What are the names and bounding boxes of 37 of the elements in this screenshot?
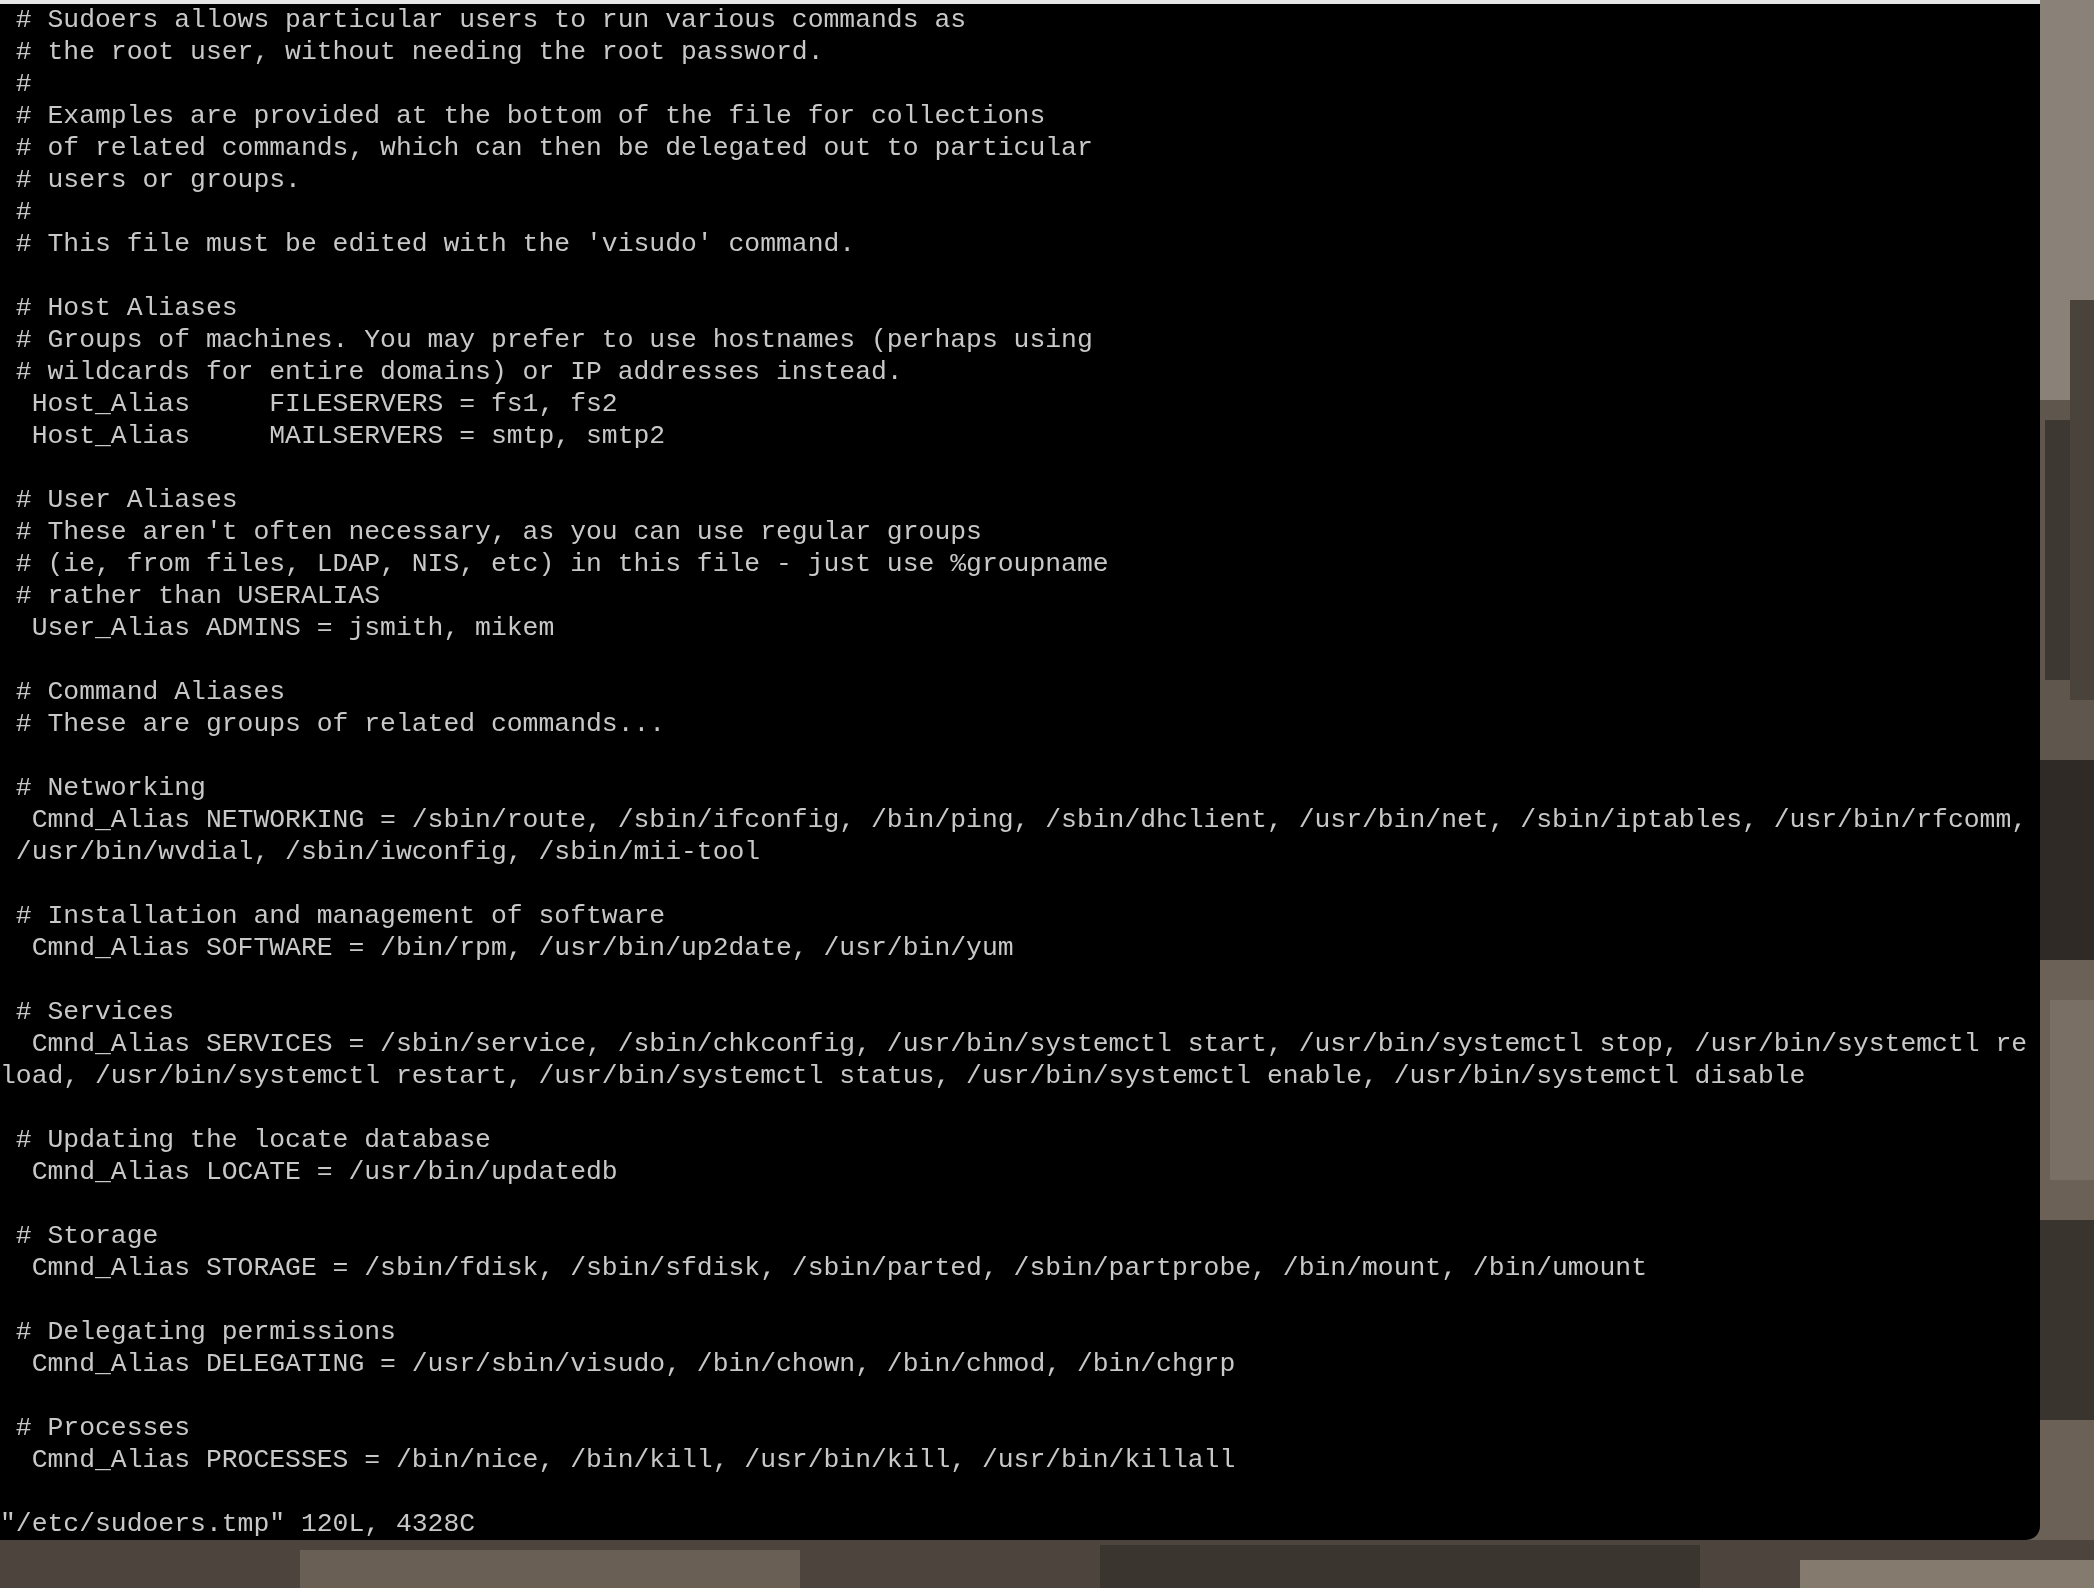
code-line: # wildcards for entire domains) or IP addresses instead. [14,356,903,388]
code-line: # Processes [14,1412,191,1444]
code-line: # Command Aliases [14,676,286,708]
code-line: # These are groups of related commands... [14,708,666,740]
code-line: # These aren't often necessary, as you can use regular groups [14,516,982,548]
code-line: # Host Aliases [14,292,238,324]
code-line: Cmnd_Alias PROCESSES = /bin/nice, /bin/kill, /usr/bin/kill, /usr/bin/killall [30,1444,1236,1476]
code-line: # Sudoers allows particular users to run various commands as [14,4,967,36]
code-line: # Updating the locate database [14,1124,491,1156]
code-line: Cmnd_Alias SERVICES = /sbin/service, /sbin/chkconfig, /usr/bin/systemctl start, /usr/bin/systemctl stop, /usr/bin/systemctl re [30,1028,2028,1060]
code-line: # (ie, from files, LDAP, NIS, etc) in this file - just use %groupname [14,548,1109,580]
code-line: # User Aliases [14,484,238,516]
code-line: # [14,68,32,100]
code-line: Cmnd_Alias LOCATE = /usr/bin/updatedb [30,1156,618,1188]
code-line: # Storage [14,1220,159,1252]
code-line: Cmnd_Alias DELEGATING = /usr/sbin/visudo, /bin/chown, /bin/chmod, /bin/chgrp [30,1348,1236,1380]
code-line: # [14,196,32,228]
code-line: # users or groups. [14,164,301,196]
code-line: # Installation and management of software [14,900,666,932]
code-line: load, /usr/bin/systemctl restart, /usr/bin/systemctl status, /usr/bin/systemctl enable, /usr/bin/systemctl disable [0,1060,1806,1092]
code-line: # This file must be edited with the 'visudo' command. [14,228,856,260]
code-line: User_Alias ADMINS = jsmith, mikem [30,612,555,644]
code-line: Host_Alias FILESERVERS = fs1, fs2 [30,388,618,420]
code-line: # Networking [14,772,206,804]
code-line: # of related commands, which can then be delegated out to particular [14,132,1093,164]
code-line: Cmnd_Alias STORAGE = /sbin/fdisk, /sbin/sfdisk, /sbin/parted, /sbin/partprobe, /bin/mount, /bin/umount [30,1252,1648,1284]
code-line: # the root user, without needing the root password. [14,36,824,68]
code-line: # Examples are provided at the bottom of the file for collections [14,100,1046,132]
code-line: # rather than USERALIAS [14,580,381,612]
code-line: Cmnd_Alias NETWORKING = /sbin/route, /sbin/ifconfig, /bin/ping, /sbin/dhclient, /usr/bin/net, /sbin/iptables, /usr/bin/rfcomm, [30,804,2028,836]
code-line: Cmnd_Alias SOFTWARE = /bin/rpm, /usr/bin/up2date, /usr/bin/yum [30,932,1014,964]
code-line: # Services [14,996,175,1028]
code-line: # Groups of machines. You may prefer to use hostnames (perhaps using [14,324,1093,356]
code-line: Host_Alias MAILSERVERS = smtp, smtp2 [30,420,666,452]
code-line: # Delegating permissions [14,1316,396,1348]
status-line: "/etc/sudoers.tmp" 120L, 4328C [0,1508,476,1540]
code-line: /usr/bin/wvdial, /sbin/iwconfig, /sbin/mii-tool [14,836,761,868]
